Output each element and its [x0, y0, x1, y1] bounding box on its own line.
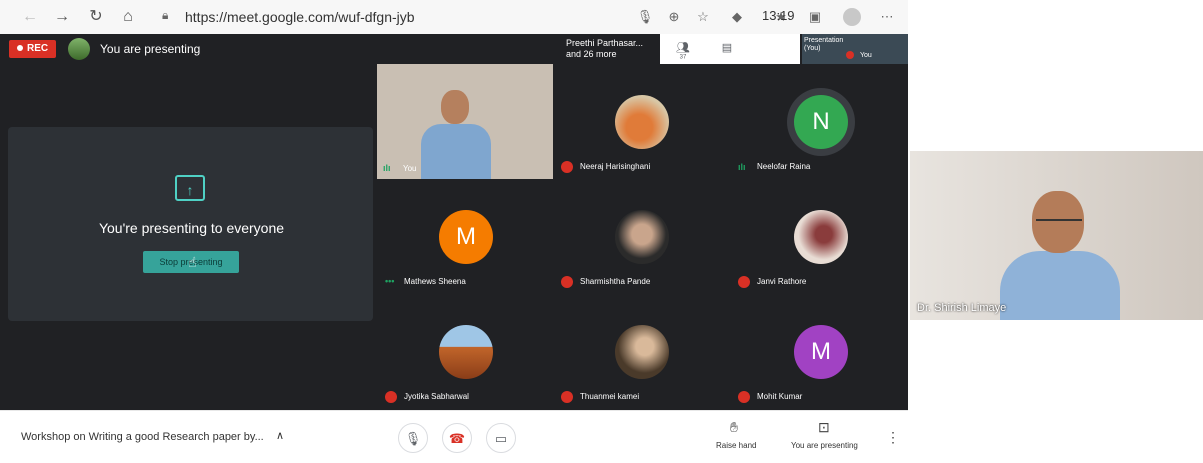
participant-name: Mohit Kumar — [757, 392, 803, 401]
participant-avatar: M — [439, 210, 493, 264]
favorite-icon[interactable]: ☆ — [694, 8, 712, 26]
presenting-message: You're presenting to everyone — [98, 220, 285, 236]
participant-photo — [615, 210, 669, 264]
home-icon[interactable]: ⌂ — [118, 7, 138, 27]
zoom-icon[interactable]: ⊕ — [665, 8, 683, 26]
mic-off-icon — [738, 391, 750, 403]
back-arrow-icon[interactable]: ← — [20, 7, 40, 27]
mouse-pointer-icon: ☝︎ — [188, 254, 197, 270]
audio-level-icon: ••• — [385, 276, 395, 286]
present-icon[interactable]: ⊡ — [818, 419, 830, 436]
participant-video — [417, 84, 491, 179]
participant-photo — [615, 325, 669, 379]
participant-head — [441, 90, 469, 124]
self-view-title-line1: Presentation — [804, 37, 844, 44]
mic-off-icon — [561, 391, 573, 403]
chevron-up-icon[interactable]: ∧ — [276, 429, 284, 442]
lock-icon[interactable]: 🔒︎ — [162, 8, 178, 26]
participant-photo — [615, 95, 669, 149]
presenting-banner: You are presenting — [100, 42, 201, 56]
camera-icon[interactable]: ▭ — [486, 423, 516, 453]
participant-tile-you[interactable]: ılı You — [377, 64, 553, 179]
reload-icon[interactable]: ↻ — [86, 7, 106, 27]
self-view-thumbnail[interactable]: Presentation (You) You — [802, 34, 908, 64]
audio-level-icon: ılı — [738, 162, 746, 172]
meeting-time: 13:19 — [762, 8, 795, 23]
participant-photo — [439, 325, 493, 379]
mic-off-icon — [561, 161, 573, 173]
participant-name: Janvi Rathore — [757, 277, 807, 286]
forward-arrow-icon[interactable]: → — [52, 7, 72, 27]
participant-count: 37 — [679, 54, 687, 61]
self-view-title: Presentation (You) — [804, 37, 843, 53]
self-view-title-line2: (You) — [804, 45, 821, 52]
participant-avatar: N — [794, 95, 848, 149]
presenter-avatar — [68, 38, 90, 60]
speaker-glasses — [1036, 219, 1082, 231]
mic-off-icon — [846, 51, 854, 59]
people-summary-line1: Preethi Parthasar... — [566, 38, 644, 48]
raise-hand-icon[interactable]: ✋︎ — [730, 419, 738, 436]
participant-name: You — [403, 164, 417, 173]
participant-avatar: M — [794, 325, 848, 379]
mic-off-icon — [385, 391, 397, 403]
meeting-title[interactable]: Workshop on Writing a good Research pape… — [21, 431, 264, 443]
profile-avatar[interactable] — [843, 8, 861, 26]
meet-top-right-panel: 👥︎37 ▤ — [660, 34, 800, 64]
more-vert-icon[interactable]: ⋮ — [886, 429, 900, 446]
url-input[interactable]: https://meet.google.com/wuf-dfgn-jyb — [185, 9, 415, 25]
participant-name: Mathews Sheena — [404, 277, 466, 286]
mic-icon[interactable]: 🎙︎ — [398, 423, 428, 453]
people-icon[interactable]: 👥︎37 — [674, 41, 692, 61]
self-view-you: You — [860, 52, 872, 59]
end-call-icon[interactable]: ☎︎ — [442, 423, 472, 453]
participant-body — [421, 124, 491, 179]
speaker-body — [1000, 251, 1120, 320]
speaker-name: Dr. Shirish Limaye — [917, 302, 1007, 314]
participant-name: Jyotika Sabharwal — [404, 392, 469, 401]
present-label[interactable]: You are presenting — [791, 441, 858, 450]
more-menu-icon[interactable]: ⋯ — [878, 8, 896, 26]
recording-badge: REC — [9, 40, 57, 58]
participant-name: Sharmishtha Pande — [580, 277, 651, 286]
collections-icon[interactable]: ▣ — [806, 8, 824, 26]
meet-control-bar: Workshop on Writing a good Research pape… — [0, 410, 908, 463]
mic-off-icon — [561, 276, 573, 288]
participant-name: Thuanmei kamei — [580, 392, 640, 401]
people-summary[interactable]: Preethi Parthasar... and 26 more — [566, 38, 643, 60]
raise-hand-label[interactable]: Raise hand — [716, 441, 756, 450]
participant-name: Neeraj Harisinghani — [580, 162, 651, 171]
extension-icon[interactable]: ◆ — [728, 8, 746, 26]
participant-name: Neelofar Raina — [757, 162, 811, 171]
browser-window: ← → ↻ ⌂ 🔒︎ https://meet.google.com/wuf-d… — [0, 0, 908, 463]
present-screen-icon: ↑ — [175, 175, 205, 201]
mic-off-icon — [738, 276, 750, 288]
rec-label: REC — [27, 43, 49, 54]
audio-level-icon: ılı — [383, 163, 391, 173]
speaker-video: Dr. Shirish Limaye — [910, 151, 1203, 320]
participant-photo — [794, 210, 848, 264]
chat-icon[interactable]: ▤ — [718, 41, 736, 57]
mic-permission-icon[interactable]: 🎙︎ — [636, 8, 654, 26]
people-summary-line2: and 26 more — [566, 49, 617, 59]
